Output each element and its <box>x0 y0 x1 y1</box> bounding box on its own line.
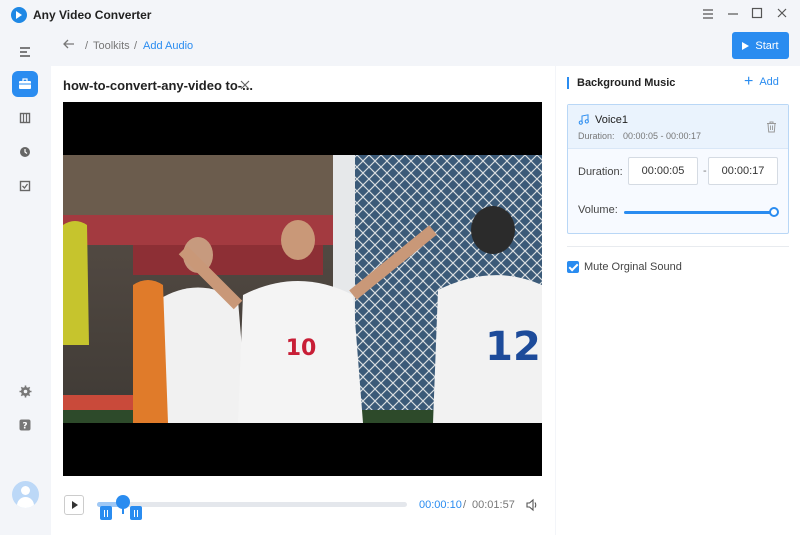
volume-slider-knob[interactable] <box>769 207 779 217</box>
svg-text:?: ? <box>22 422 27 432</box>
sidebar: ? <box>0 30 50 535</box>
breadcrumb-toolkits[interactable]: Toolkits <box>93 40 130 52</box>
close-file-icon[interactable] <box>240 78 250 92</box>
audio-end-marker[interactable] <box>130 506 142 520</box>
checklist-icon[interactable] <box>12 173 38 199</box>
time-separator: / <box>463 499 467 511</box>
editor-panel: how-to-convert-any-video to-... 10 12 00… <box>51 66 555 535</box>
music-note-icon <box>578 114 589 125</box>
background-music-title: Background Music <box>567 77 675 89</box>
duration-label: Duration: <box>578 166 623 178</box>
title-bar: Any Video Converter <box>0 0 800 30</box>
breadcrumb-separator-2: / <box>134 40 138 52</box>
video-frame: 10 12 <box>63 155 542 423</box>
collapse-menu-icon[interactable] <box>12 39 38 65</box>
play-button[interactable] <box>64 495 84 515</box>
add-audio-label: Add <box>759 76 779 88</box>
total-time: 00:01:57 <box>472 499 515 511</box>
svg-text:12: 12 <box>485 324 541 370</box>
breadcrumb-current: Add Audio <box>143 40 194 52</box>
volume-slider-track[interactable] <box>624 211 774 214</box>
minimize-icon[interactable] <box>724 6 742 24</box>
breadcrumb-separator: / <box>85 40 89 52</box>
play-icon <box>72 501 78 509</box>
audio-track-duration-value: 00:00:05 - 00:00:17 <box>623 131 702 141</box>
start-button-label: Start <box>755 39 779 52</box>
svg-text:10: 10 <box>286 336 317 361</box>
history-icon[interactable] <box>12 139 38 165</box>
gear-icon[interactable] <box>12 378 38 404</box>
volume-icon[interactable] <box>525 498 539 512</box>
timeline-track[interactable] <box>97 495 407 520</box>
video-preview[interactable]: 10 12 <box>63 102 542 476</box>
start-button[interactable]: Start <box>732 32 789 59</box>
close-window-icon[interactable] <box>773 6 791 24</box>
end-time-input[interactable]: 00:00:17 <box>708 157 778 185</box>
maximize-icon[interactable] <box>748 6 766 24</box>
back-arrow-icon[interactable] <box>62 37 78 53</box>
toolbox-icon[interactable] <box>12 71 38 97</box>
app-title: Any Video Converter <box>33 8 152 22</box>
audio-track-name: Voice1 <box>595 114 629 126</box>
mute-original-label: Mute Orginal Sound <box>584 261 682 273</box>
app-logo-icon <box>11 7 27 23</box>
add-audio-button[interactable]: + Add <box>744 73 779 90</box>
audio-track-card[interactable]: Voice1 Duration: 00:00:05 - 00:00:17 Dur… <box>567 104 789 234</box>
menu-icon[interactable] <box>699 6 717 24</box>
help-icon[interactable]: ? <box>12 412 38 438</box>
playhead[interactable] <box>116 495 130 509</box>
audio-track-header: Voice1 Duration: 00:00:05 - 00:00:17 <box>568 105 788 149</box>
background-music-panel: Background Music + Add Voice1 Duration: … <box>556 66 800 535</box>
plus-icon: + <box>744 73 754 90</box>
avatar[interactable] <box>12 481 39 508</box>
trash-icon[interactable] <box>766 121 777 133</box>
current-time: 00:00:10 <box>419 499 462 511</box>
divider <box>567 246 789 247</box>
audio-track-duration-label: Duration: <box>578 131 615 141</box>
mute-original-checkbox[interactable] <box>567 261 579 273</box>
film-icon[interactable] <box>12 105 38 131</box>
volume-label: Volume: <box>578 204 618 216</box>
audio-start-marker[interactable] <box>100 506 112 520</box>
play-icon <box>742 41 750 50</box>
file-title: how-to-convert-any-video to-... <box>63 78 253 93</box>
range-separator: - <box>703 165 707 177</box>
start-time-input[interactable]: 00:00:05 <box>628 157 698 185</box>
